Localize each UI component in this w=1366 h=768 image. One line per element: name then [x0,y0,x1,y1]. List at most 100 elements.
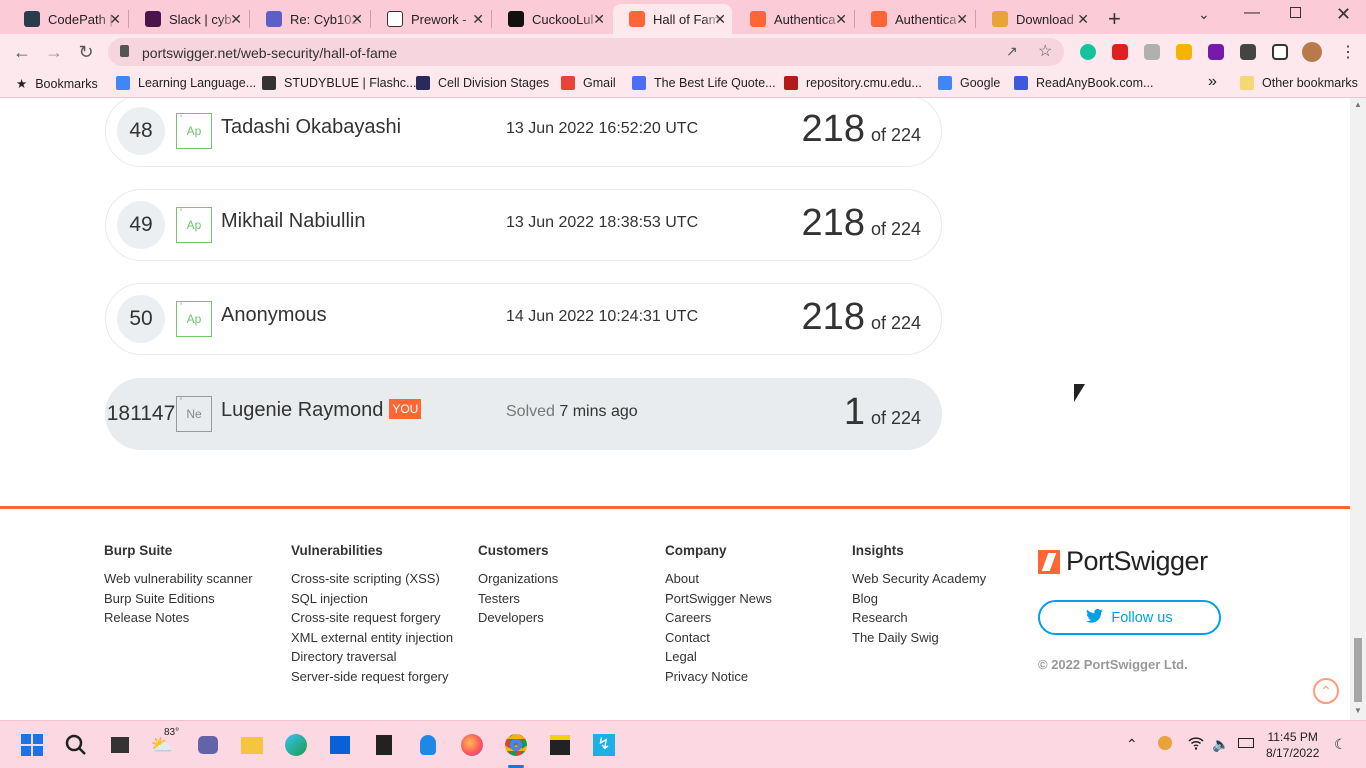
minimize-button[interactable]: — [1244,4,1260,22]
footer-link[interactable]: Burp Suite Editions [104,589,253,609]
profile-avatar[interactable] [1302,42,1322,62]
bookmarks-button[interactable]: ★ Bookmarks [16,76,98,92]
share-icon[interactable]: ↗ [1006,43,1018,60]
footer-link[interactable]: The Daily Swig [852,628,986,648]
extensions-puzzle-icon[interactable] [1240,44,1256,60]
extension-gray-icon[interactable] [1144,44,1160,60]
reload-icon[interactable]: ↻ [74,40,98,64]
bookmark-item[interactable]: Gmail [561,76,616,90]
browser-menu-icon[interactable]: ⋮ [1340,42,1356,62]
scroll-to-top-icon[interactable]: ⌃ [1313,678,1339,704]
footer-link[interactable]: Web vulnerability scanner [104,569,253,589]
footer-link[interactable]: Privacy Notice [665,667,772,687]
close-tab-icon[interactable]: ✕ [472,11,484,28]
wifi-icon[interactable] [1188,736,1204,753]
scroll-down-arrow-icon[interactable]: ▼ [1354,706,1362,715]
bookmark-item[interactable]: Google [938,76,1000,90]
adblock-icon[interactable] [1112,44,1128,60]
tab-search-chevron-icon[interactable]: ⌄ [1198,6,1210,23]
footer-link[interactable]: Organizations [478,569,558,589]
close-tab-icon[interactable]: ✕ [109,11,121,28]
footer-link[interactable]: Cross-site scripting (XSS) [291,569,453,589]
close-tab-icon[interactable]: ✕ [1077,11,1089,28]
windows-start-icon[interactable] [20,733,44,757]
close-tab-icon[interactable]: ✕ [714,11,726,28]
browser-tab[interactable]: Authentica ✕ [855,4,974,34]
follow-us-button[interactable]: Follow us [1038,600,1221,635]
system-clock[interactable]: 11:45 PM 8/17/2022 [1266,729,1319,761]
close-window-button[interactable]: ✕ [1336,4,1351,25]
new-tab-button[interactable]: + [1108,6,1121,32]
weather-icon[interactable]: ⛅ 83° [150,727,179,757]
bookmark-item[interactable]: Learning Language... [116,76,256,90]
footer-link[interactable]: SQL injection [291,589,453,609]
footer-link[interactable]: Testers [478,589,558,609]
notebook-app-icon[interactable] [372,733,396,757]
bookmark-item[interactable]: repository.cmu.edu... [784,76,922,90]
footer-link[interactable]: Careers [665,608,772,628]
footer-link[interactable]: Server-side request forgery [291,667,453,687]
restore-button[interactable] [1290,7,1301,18]
browser-tab[interactable]: Re: Cyb102 ✕ [250,4,369,34]
footer-link[interactable]: PortSwigger News [665,589,772,609]
footer-link[interactable]: Contact [665,628,772,648]
footer-link[interactable]: Web Security Academy [852,569,986,589]
chat-icon[interactable] [196,733,220,757]
side-panel-icon[interactable] [1272,44,1288,60]
browser-tab[interactable]: Slack | cyb ✕ [129,4,248,34]
close-tab-icon[interactable]: ✕ [230,11,242,28]
browser-tab[interactable]: Authentica ✕ [734,4,853,34]
browser-tab[interactable]: CuckooLul ✕ [492,4,611,34]
address-bar[interactable]: portswigger.net/web-security/hall-of-fam… [108,38,1064,66]
footer-link[interactable]: Blog [852,589,986,609]
scroll-up-arrow-icon[interactable]: ▲ [1354,100,1362,109]
footer-link[interactable]: XML external entity injection [291,628,453,648]
lock-icon[interactable] [120,45,129,57]
close-tab-icon[interactable]: ✕ [593,11,605,28]
firefox-icon[interactable] [460,733,484,757]
grammarly-icon[interactable] [1080,44,1096,60]
onenote-icon[interactable] [1208,44,1224,60]
close-tab-icon[interactable]: ✕ [835,11,847,28]
browser-tab[interactable]: Download ✕ [976,4,1095,34]
sticky-notes-icon[interactable] [548,733,572,757]
volume-icon[interactable]: 🔈 [1212,736,1229,753]
tray-overflow-chevron-icon[interactable]: ⌃ [1126,736,1138,753]
burp-suite-icon[interactable]: ↯ [592,733,616,757]
chrome-icon[interactable] [504,733,528,757]
browser-tab[interactable]: Prework - ✕ [371,4,490,34]
close-tab-icon[interactable]: ✕ [956,11,968,28]
footer-link[interactable]: Directory traversal [291,647,453,667]
forward-arrow-icon[interactable]: → [42,40,66,64]
bookmark-item[interactable]: ReadAnyBook.com... [1014,76,1153,90]
close-tab-icon[interactable]: ✕ [351,11,363,28]
bookmark-item[interactable]: Cell Division Stages [416,76,549,90]
page-scrollbar[interactable]: ▲ ▼ [1350,98,1366,720]
more-bookmarks-button[interactable]: » [1208,73,1217,91]
scrollbar-thumb[interactable] [1354,638,1362,702]
portswigger-logo[interactable]: PortSwigger [1038,546,1208,577]
footer-link[interactable]: About [665,569,772,589]
task-view-icon[interactable] [108,733,132,757]
google-drive-icon[interactable] [1176,44,1192,60]
other-bookmarks-button[interactable]: Other bookmarks [1240,76,1358,90]
back-arrow-icon[interactable]: ← [10,40,34,64]
store-icon[interactable] [328,733,352,757]
footer-link[interactable]: Legal [665,647,772,667]
lightbulb-app-icon[interactable] [416,733,440,757]
tray-app-icon[interactable] [1158,736,1172,750]
footer-link[interactable]: Developers [478,608,558,628]
footer-link[interactable]: Cross-site request forgery [291,608,453,628]
notifications-icon[interactable]: ☾ [1334,736,1347,753]
edge-icon[interactable] [284,733,308,757]
file-explorer-icon[interactable] [240,733,264,757]
star-icon[interactable]: ☆ [1038,41,1052,61]
browser-tab[interactable]: Hall of Fam ✕ [613,4,732,34]
search-icon[interactable] [64,733,88,757]
footer-link[interactable]: Release Notes [104,608,253,628]
bookmark-item[interactable]: STUDYBLUE | Flashc... [262,76,416,90]
battery-icon[interactable] [1238,736,1254,748]
browser-tab[interactable]: CodePath | ✕ [8,4,127,34]
footer-link[interactable]: Research [852,608,986,628]
bookmark-item[interactable]: The Best Life Quote... [632,76,776,90]
